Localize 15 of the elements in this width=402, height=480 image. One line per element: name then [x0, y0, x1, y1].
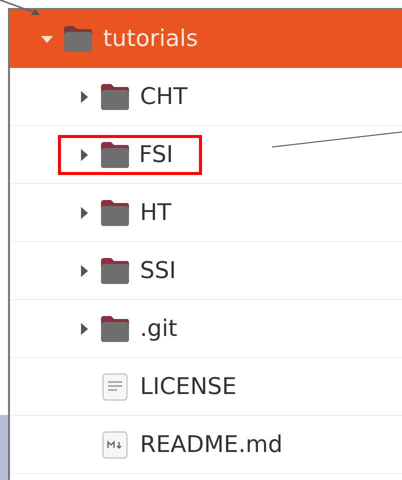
folder-name[interactable]: .git — [134, 312, 184, 346]
folder-icon — [99, 140, 131, 168]
folder-icon — [99, 198, 131, 226]
background-panel — [0, 415, 8, 480]
folder-icon — [99, 82, 131, 110]
folder-icon — [99, 314, 131, 342]
folder-name: tutorials — [102, 24, 199, 54]
folder-icon — [62, 24, 94, 52]
folder-name[interactable]: HT — [134, 196, 178, 230]
file-name[interactable]: LICENSE — [134, 370, 243, 404]
folder-name[interactable]: FSI — [58, 134, 202, 174]
folder-name[interactable]: CHT — [134, 80, 194, 114]
folder-icon — [99, 256, 131, 284]
folder-name[interactable]: SSI — [134, 254, 182, 288]
file-name[interactable]: README.md — [134, 428, 289, 462]
